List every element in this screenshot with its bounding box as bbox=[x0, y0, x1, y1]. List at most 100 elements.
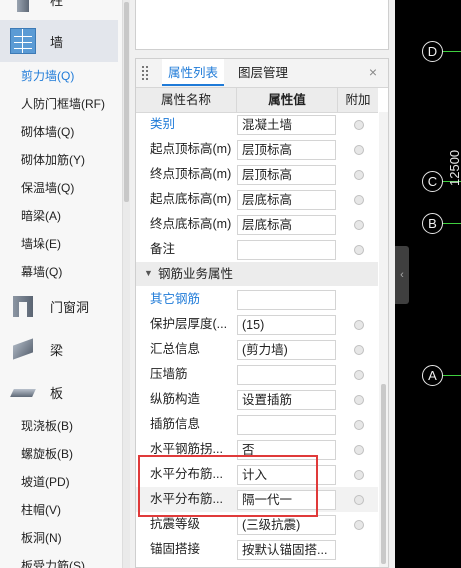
group-rebar-properties[interactable]: ▼ 钢筋业务属性 bbox=[136, 262, 378, 286]
property-row[interactable]: 汇总信息 (剪力墙) bbox=[136, 337, 378, 362]
property-value-field[interactable]: 隔一代一 bbox=[237, 490, 336, 510]
nav-item-curtain-wall[interactable]: 幕墙(Q) bbox=[21, 262, 62, 282]
beam-icon bbox=[10, 336, 36, 362]
nav-item-spiral-slab[interactable]: 螺旋板(B) bbox=[21, 444, 73, 464]
attach-checkbox[interactable] bbox=[354, 170, 364, 180]
attach-checkbox[interactable] bbox=[354, 370, 364, 380]
property-value-field[interactable] bbox=[237, 240, 336, 260]
nav-category-label: 墙 bbox=[50, 34, 64, 50]
property-value-field[interactable]: 层顶标高 bbox=[237, 165, 336, 185]
property-name: 水平钢筋拐... bbox=[150, 442, 223, 456]
axis-line-b bbox=[442, 223, 461, 224]
header-attach: 附加 bbox=[345, 93, 371, 107]
attach-checkbox[interactable] bbox=[354, 220, 364, 230]
attach-checkbox[interactable] bbox=[354, 345, 364, 355]
nav-item-shear-wall[interactable]: 剪力墙(Q) bbox=[21, 66, 74, 86]
property-value-field[interactable]: 计入 bbox=[237, 465, 336, 485]
nav-item-column-cap[interactable]: 柱帽(V) bbox=[21, 500, 61, 520]
property-value-field[interactable] bbox=[237, 365, 336, 385]
drag-grip-icon[interactable] bbox=[142, 66, 150, 80]
attach-checkbox[interactable] bbox=[354, 520, 364, 530]
attach-checkbox[interactable] bbox=[354, 445, 364, 455]
attach-checkbox[interactable] bbox=[354, 245, 364, 255]
property-row[interactable]: 压墙筋 bbox=[136, 362, 378, 387]
property-name: 锚固搭接 bbox=[150, 542, 201, 556]
property-scroll-thumb[interactable] bbox=[381, 384, 386, 564]
property-row[interactable]: 起点底标高(m) 层底标高 bbox=[136, 187, 378, 212]
axis-line-a bbox=[442, 375, 461, 376]
nav-item-civil-defense-door-frame-wall[interactable]: 人防门框墙(RF) bbox=[21, 94, 105, 114]
property-value-field[interactable]: 混凝土墙 bbox=[237, 115, 336, 135]
property-value-field[interactable]: 层底标高 bbox=[237, 190, 336, 210]
attach-checkbox[interactable] bbox=[354, 470, 364, 480]
close-icon[interactable]: × bbox=[366, 64, 380, 80]
property-row[interactable]: 抗震等级 (三级抗震) bbox=[136, 512, 378, 537]
attach-checkbox[interactable] bbox=[354, 495, 364, 505]
nav-item-insulation-wall[interactable]: 保温墙(Q) bbox=[21, 178, 74, 198]
property-row[interactable]: 备注 bbox=[136, 237, 378, 262]
axis-bubble-c: C bbox=[422, 171, 443, 192]
attach-checkbox[interactable] bbox=[354, 320, 364, 330]
property-row[interactable]: 保护层厚度(... (15) bbox=[136, 312, 378, 337]
property-value-field[interactable]: 按默认锚固搭... bbox=[237, 540, 336, 560]
property-row[interactable]: 水平分布筋... 隔一代一 bbox=[136, 487, 378, 512]
property-value-field[interactable]: 设置插筋 bbox=[237, 390, 336, 410]
property-value-field[interactable]: (15) bbox=[237, 315, 336, 335]
axis-bubble-a: A bbox=[422, 365, 443, 386]
tab-layer-management[interactable]: 图层管理 bbox=[232, 59, 294, 87]
property-row[interactable]: 插筋信息 bbox=[136, 412, 378, 437]
property-row[interactable]: 纵筋构造 设置插筋 bbox=[136, 387, 378, 412]
axis-bubble-d: D bbox=[422, 41, 443, 62]
collapse-panel-icon[interactable]: ‹ bbox=[395, 246, 409, 304]
nav-item-ramp[interactable]: 坡道(PD) bbox=[21, 472, 70, 492]
property-panel: 属性列表 图层管理 × 属性名称 属性值 附加 类别 混凝土墙起点顶标高(m) 层顶… bbox=[135, 58, 389, 568]
property-grid-header: 属性名称 属性值 附加 bbox=[136, 88, 378, 113]
property-name: 其它钢筋 bbox=[150, 292, 201, 306]
nav-item-slab-hole[interactable]: 板洞(N) bbox=[21, 528, 62, 548]
property-row[interactable]: 锚固搭接 按默认锚固搭... bbox=[136, 537, 378, 562]
nav-category-beam[interactable]: 梁 bbox=[0, 328, 118, 370]
attach-checkbox[interactable] bbox=[354, 195, 364, 205]
property-value-field[interactable] bbox=[237, 290, 336, 310]
property-value-field[interactable] bbox=[237, 415, 336, 435]
property-row[interactable]: 水平分布筋... 计入 bbox=[136, 462, 378, 487]
nav-category-slab[interactable]: 板 bbox=[0, 371, 118, 413]
nav-item-cast-slab[interactable]: 现浇板(B) bbox=[21, 416, 73, 436]
property-name: 终点顶标高(m) bbox=[150, 167, 232, 181]
nav-category-column[interactable]: 柱 bbox=[0, 0, 118, 20]
nav-category-wall[interactable]: 墙 bbox=[0, 20, 118, 62]
property-row[interactable]: 终点底标高(m) 层底标高 bbox=[136, 212, 378, 237]
collapse-arrow-icon[interactable]: ▼ bbox=[144, 268, 153, 278]
nav-item-wall-pier[interactable]: 墙垛(E) bbox=[21, 234, 61, 254]
nav-item-masonry-reinforcement[interactable]: 砌体加筋(Y) bbox=[21, 150, 85, 170]
property-value-field[interactable]: 层底标高 bbox=[237, 215, 336, 235]
property-row[interactable]: 其它钢筋 bbox=[136, 287, 378, 312]
property-name: 水平分布筋... bbox=[150, 467, 223, 481]
property-row[interactable]: 水平钢筋拐... 否 bbox=[136, 437, 378, 462]
nav-scroll-thumb[interactable] bbox=[124, 2, 129, 202]
nav-item-slab-rebar[interactable]: 板受力筋(S) bbox=[21, 556, 85, 568]
axis-line-d bbox=[442, 51, 461, 52]
nav-category-door-window[interactable]: 门窗洞 bbox=[0, 285, 118, 327]
attach-checkbox[interactable] bbox=[354, 120, 364, 130]
property-row[interactable]: 终点顶标高(m) 层顶标高 bbox=[136, 162, 378, 187]
attach-checkbox[interactable] bbox=[354, 420, 364, 430]
nav-item-masonry-wall[interactable]: 砌体墙(Q) bbox=[21, 122, 74, 142]
tab-property-list[interactable]: 属性列表 bbox=[162, 59, 225, 86]
property-name: 起点顶标高(m) bbox=[150, 142, 232, 156]
property-value-field[interactable]: (三级抗震) bbox=[237, 515, 336, 535]
component-nav: 柱 墙 剪力墙(Q) 人防门框墙(RF) 砌体墙(Q) 砌体加筋(Y) 保温墙(… bbox=[0, 0, 122, 568]
property-value-field[interactable]: (剪力墙) bbox=[237, 340, 336, 360]
property-value-field[interactable]: 否 bbox=[237, 440, 336, 460]
property-name: 抗震等级 bbox=[150, 517, 201, 531]
property-scrollbar[interactable] bbox=[379, 112, 388, 567]
property-row[interactable]: 类别 混凝土墙 bbox=[136, 112, 378, 137]
attach-checkbox[interactable] bbox=[354, 145, 364, 155]
panel-tabbar: 属性列表 图层管理 × bbox=[136, 59, 388, 88]
attach-checkbox[interactable] bbox=[354, 395, 364, 405]
door-window-icon bbox=[10, 293, 36, 319]
nav-item-hidden-beam[interactable]: 暗梁(A) bbox=[21, 206, 61, 226]
property-row[interactable]: 起点顶标高(m) 层顶标高 bbox=[136, 137, 378, 162]
nav-scrollbar[interactable] bbox=[122, 0, 130, 568]
property-value-field[interactable]: 层顶标高 bbox=[237, 140, 336, 160]
